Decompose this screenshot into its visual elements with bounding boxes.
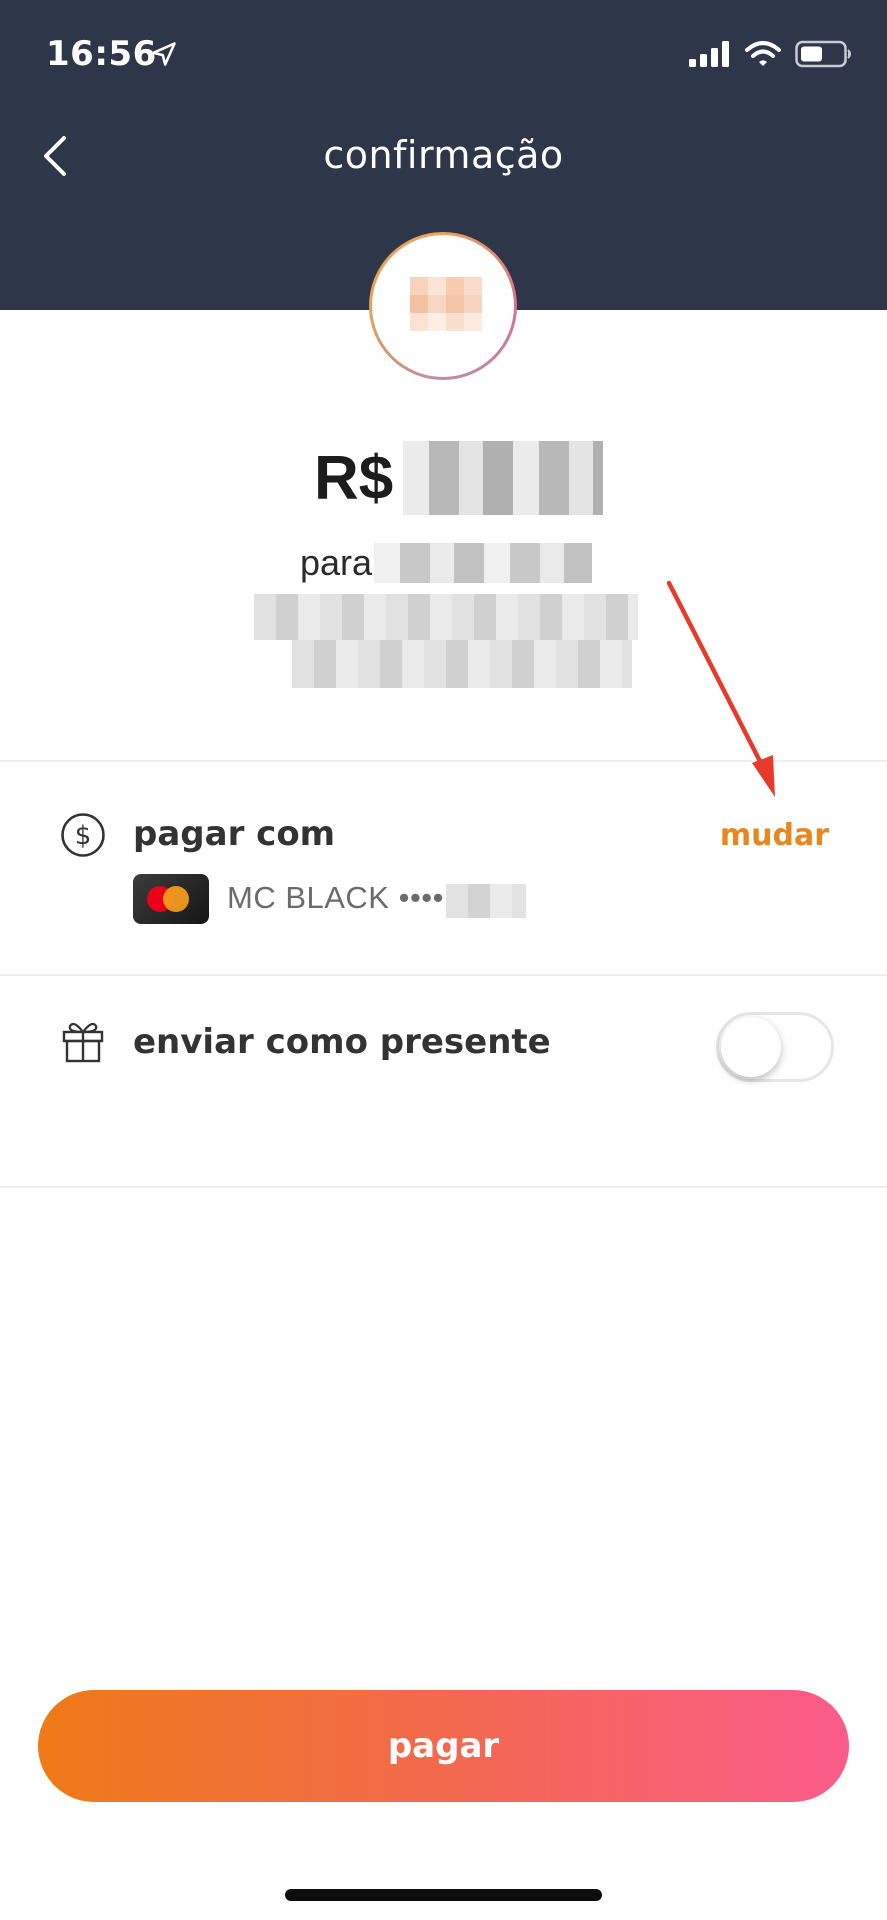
status-time: 16:56 [46, 34, 157, 74]
avatar-pixel [464, 295, 482, 313]
gift-toggle[interactable] [716, 1012, 834, 1082]
pay-button-label: pagar [387, 1726, 500, 1766]
home-indicator[interactable] [285, 1889, 602, 1901]
avatar-pixel [410, 295, 428, 313]
page-title: confirmação [323, 133, 564, 177]
recipient-prefix: para [300, 542, 373, 583]
avatar-pixel [410, 277, 428, 295]
section-divider [0, 974, 887, 976]
redacted-card-digits [446, 884, 526, 918]
annotation-arrow-icon [666, 580, 775, 797]
signal-bars-icon [689, 41, 729, 67]
mastercard-orange-circle [163, 886, 189, 912]
redacted-recipient-detail [292, 640, 632, 688]
avatar-pixel [428, 295, 446, 313]
avatar-pixel [410, 313, 428, 331]
redacted-recipient-name [374, 543, 593, 583]
change-payment-link[interactable]: mudar [720, 818, 829, 853]
avatar-pixel [446, 313, 464, 331]
avatar-pixel [464, 277, 482, 295]
avatar-pixel [446, 277, 464, 295]
recipient-row: para [300, 538, 593, 588]
avatar-pixel [446, 295, 464, 313]
recipient-avatar [369, 232, 517, 380]
avatar-pixel [428, 313, 446, 331]
gift-label: enviar como presente [133, 1022, 551, 1062]
card-name: MC BLACK •••• [227, 880, 445, 915]
dollar-circle-icon: $ [61, 813, 105, 857]
currency-symbol: R$ [314, 443, 394, 513]
location-arrow-icon [152, 42, 176, 66]
wifi-icon [745, 41, 781, 66]
redacted-amount [403, 441, 604, 515]
gift-icon [62, 1022, 104, 1063]
avatar-pixel [464, 313, 482, 331]
mastercard-icon [133, 874, 209, 924]
amount-row: R$ [314, 438, 604, 518]
pay-button[interactable]: pagar [38, 1690, 849, 1802]
redacted-recipient-detail [254, 594, 638, 640]
avatar-pixel [428, 277, 446, 295]
pay-with-label: pagar com [133, 814, 336, 854]
section-divider [0, 1186, 887, 1188]
svg-text:$: $ [75, 821, 92, 851]
battery-icon [795, 40, 851, 68]
toggle-knob [721, 1017, 781, 1077]
status-icons [689, 38, 853, 70]
